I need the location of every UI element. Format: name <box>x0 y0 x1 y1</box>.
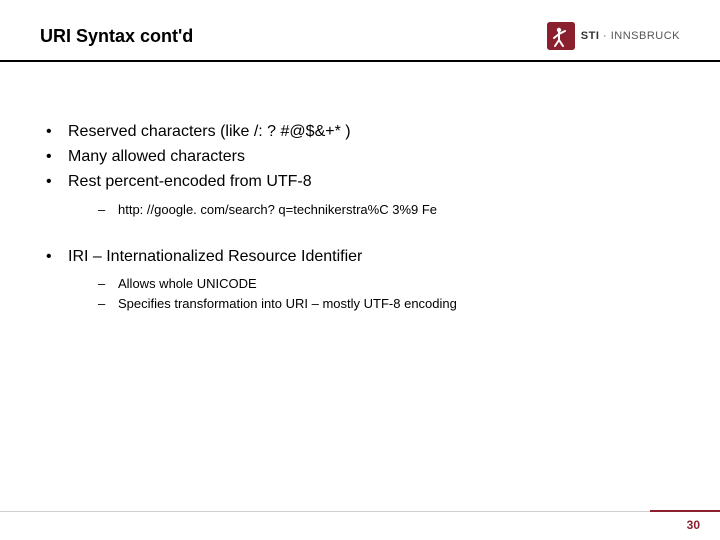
footer-divider <box>0 510 720 512</box>
bullet-text: Specifies transformation into URI – most… <box>118 296 457 311</box>
logo-city: INNSBRUCK <box>611 30 680 42</box>
bullet-text: IRI – Internationalized Resource Identif… <box>68 248 362 265</box>
list-item: Specifies transformation into URI – most… <box>96 294 680 314</box>
footer-line-accent <box>650 510 720 512</box>
bullet-text: http: //google. com/search? q=technikers… <box>118 202 437 217</box>
slide: URI Syntax cont'd STI · INNSBRUCK Reserv… <box>0 0 720 540</box>
sub-list: Allows whole UNICODE Specifies transform… <box>68 274 680 313</box>
list-item: Reserved characters (like /: ? #@$&+* ) <box>42 120 680 143</box>
list-item: Allows whole UNICODE <box>96 274 680 294</box>
footer-line-grey <box>0 511 650 512</box>
list-item: IRI – Internationalized Resource Identif… <box>42 245 680 313</box>
bullet-list: Reserved characters (like /: ? #@$&+* ) … <box>42 120 680 219</box>
logo-sep: · <box>599 30 610 42</box>
page-number: 30 <box>687 518 700 532</box>
header: URI Syntax cont'd STI · INNSBRUCK <box>40 22 680 60</box>
logo-text: STI · INNSBRUCK <box>581 30 680 42</box>
bullet-text: Rest percent-encoded from UTF-8 <box>68 173 312 190</box>
list-item: Rest percent-encoded from UTF-8 http: //… <box>42 170 680 219</box>
sub-list: http: //google. com/search? q=technikers… <box>68 200 680 220</box>
bullet-list: IRI – Internationalized Resource Identif… <box>42 245 680 313</box>
bullet-text: Reserved characters (like /: ? #@$&+* ) <box>68 123 351 140</box>
page-title: URI Syntax cont'd <box>40 26 193 47</box>
logo-icon <box>547 22 575 50</box>
list-item: Many allowed characters <box>42 145 680 168</box>
bullet-text: Many allowed characters <box>68 148 245 165</box>
logo: STI · INNSBRUCK <box>547 22 680 50</box>
spacer <box>42 231 680 245</box>
list-item: http: //google. com/search? q=technikers… <box>96 200 680 220</box>
logo-brand: STI <box>581 30 600 42</box>
bullet-text: Allows whole UNICODE <box>118 276 257 291</box>
content: Reserved characters (like /: ? #@$&+* ) … <box>40 62 680 313</box>
